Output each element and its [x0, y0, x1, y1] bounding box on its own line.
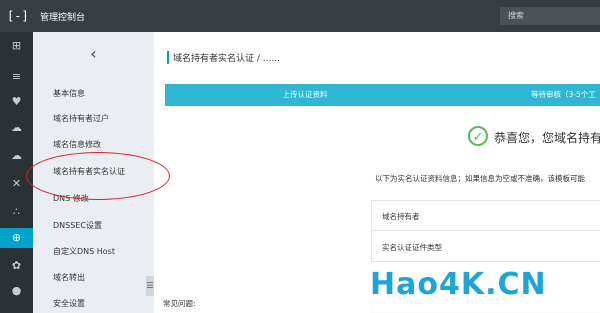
sidebar-item-info-modify[interactable]: 域名信息修改 [53, 139, 101, 150]
sidebar-item-security[interactable]: 安全设置 [53, 298, 85, 309]
sidebar-item-holder-transfer[interactable]: 域名持有者过户 [53, 113, 109, 124]
grid-icon[interactable]: ⊞ [0, 36, 33, 56]
step-arrow [441, 84, 451, 106]
step-upload: 上传认证资料 [165, 84, 445, 106]
sidebar-item-dnssec[interactable]: DNSSEC设置 [53, 220, 102, 231]
faq-label: 常见问题: [163, 299, 196, 308]
app-title[interactable]: 管理控制台 [40, 10, 85, 23]
sidebar-item-custom-dns-host[interactable]: 自定义DNS Host [53, 246, 115, 257]
highlight-oval [26, 152, 170, 200]
cloud-upload-icon[interactable]: ☁ [0, 146, 33, 166]
watermark-text: Hao4K.CN [370, 267, 547, 302]
top-bar: [-] 管理控制台 搜索 [0, 0, 600, 32]
progress-steps: 上传认证资料 等待审核（3-5个工 [165, 84, 600, 106]
table-row-holder: 域名持有者 [382, 212, 420, 221]
cloud-icon[interactable]: ☁ [0, 118, 33, 138]
globe-icon[interactable]: ⊕ [0, 228, 33, 248]
collapse-chevron-icon[interactable]: ‹ [33, 44, 154, 63]
search-input[interactable]: 搜索 [500, 7, 600, 25]
circle-icon[interactable]: ● [0, 281, 33, 301]
sidebar-item-basic-info[interactable]: 基本信息 [53, 88, 85, 99]
table-divider [372, 230, 600, 231]
success-message: 恭喜您，您域名持有 [494, 131, 600, 145]
list-icon[interactable]: ≡ [0, 67, 33, 87]
settings-icon[interactable]: ✿ [0, 256, 33, 276]
step-review: 等待审核（3-5个工 [445, 84, 600, 106]
info-text: 以下为实名认证资料信息；如果信息为空或不准确，该模板可能 [375, 174, 585, 183]
sidebar-item-transfer-out[interactable]: 域名转出 [53, 272, 85, 283]
shield-icon[interactable]: ♥ [0, 92, 33, 112]
table-row-id-type: 实名认证证件类型 [382, 243, 442, 252]
page-title: 域名持有者实名认证 / ...... [167, 51, 280, 64]
console-logo-icon[interactable]: [-] [7, 8, 29, 24]
nodes-icon[interactable]: ∴ [0, 202, 33, 222]
success-check-icon: ✓ [468, 126, 488, 146]
fold-menu-icon[interactable]: ☰ [146, 276, 154, 296]
